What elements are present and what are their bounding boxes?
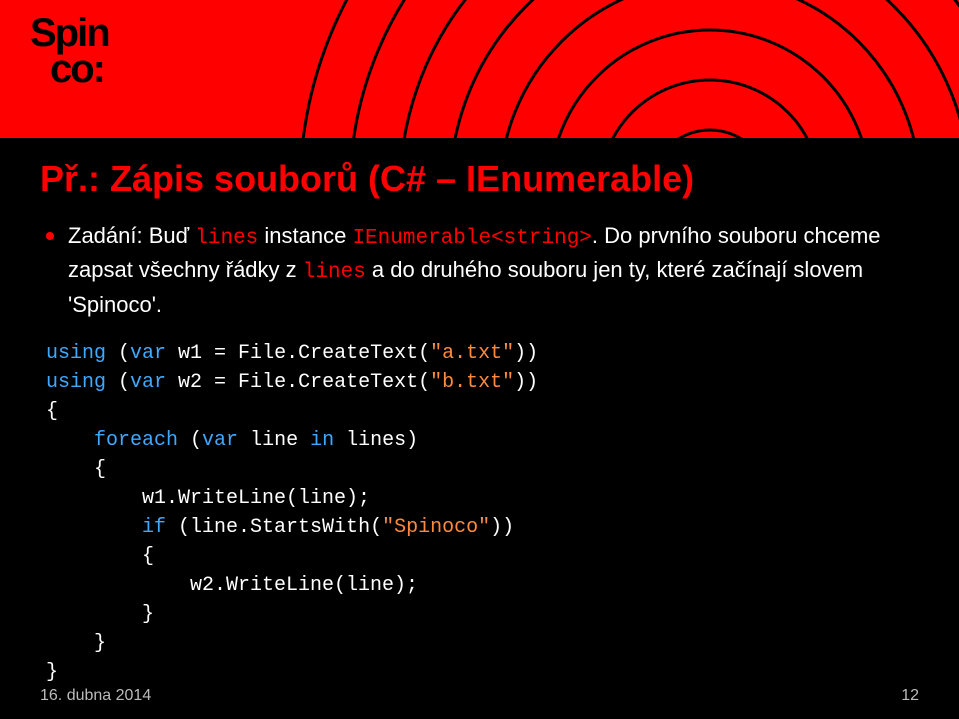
bullet-dot-icon [46,232,54,240]
logo: Spin co: [30,15,109,87]
slide-title: Př.: Zápis souborů (C# – IEnumerable) [40,158,919,200]
slide-banner: Spin co: [0,0,959,138]
decoration-rings [260,0,959,138]
bullet-item: Zadání: Buď lines instance IEnumerable<s… [46,220,919,321]
footer-date: 16. dubna 2014 [40,687,151,705]
code-block: using (var w1 = File.CreateText("a.txt")… [46,339,919,687]
slide-content: Př.: Zápis souborů (C# – IEnumerable) Za… [0,138,959,719]
logo-line2: co: [50,51,109,87]
bullet-list: Zadání: Buď lines instance IEnumerable<s… [46,220,919,321]
inline-code: lines [303,261,366,284]
logo-line1: Spin [30,15,109,51]
footer-page: 12 [901,687,919,705]
inline-code: lines [195,227,258,250]
slide-footer: 16. dubna 2014 12 [40,687,919,705]
bullet-text: Zadání: Buď lines instance IEnumerable<s… [68,220,919,321]
inline-code: IEnumerable<string> [352,227,591,250]
